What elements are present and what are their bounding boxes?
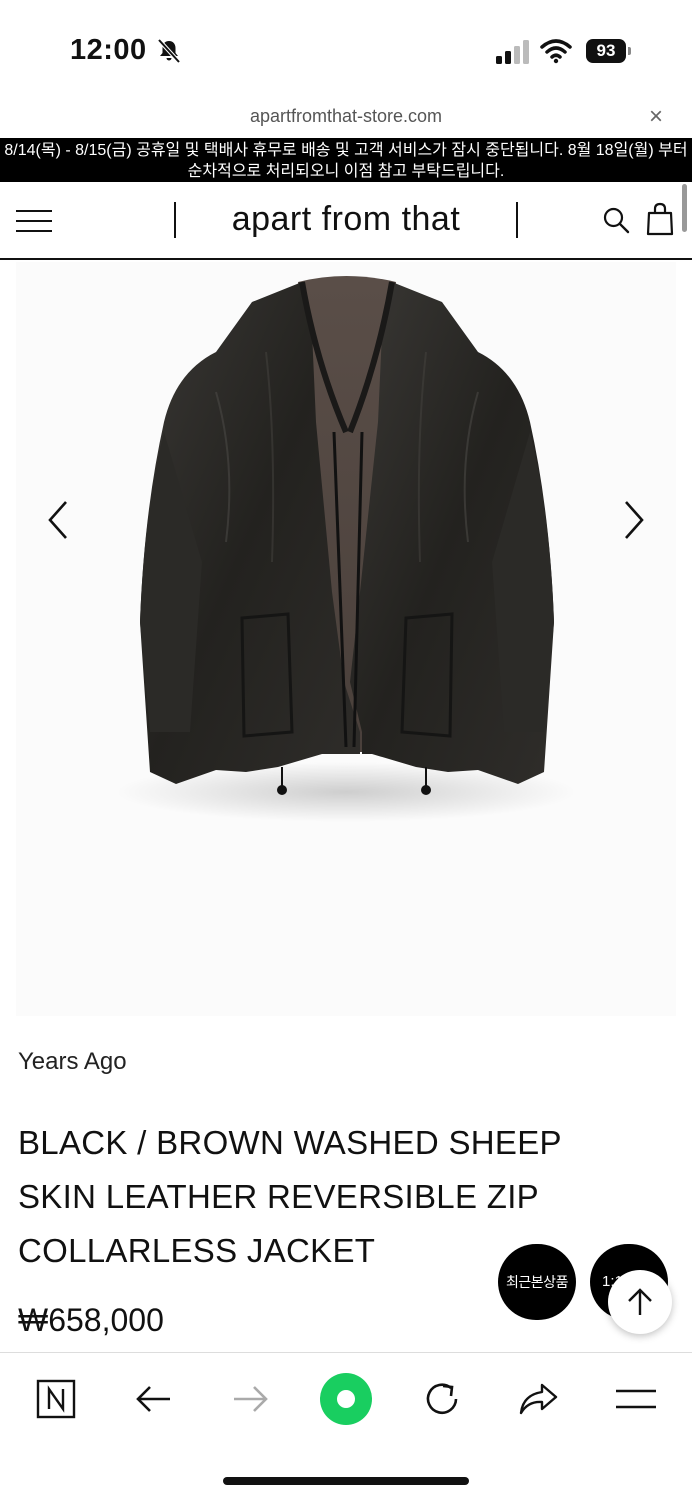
refresh-icon[interactable] xyxy=(418,1375,466,1423)
bag-icon[interactable] xyxy=(646,202,674,236)
product-brand[interactable]: Years Ago xyxy=(18,1048,127,1076)
search-icon[interactable] xyxy=(602,206,630,234)
announcement-banner: 8/14(목) - 8/15(금) 공휴일 및 택배사 휴무로 배송 및 고객 … xyxy=(0,138,692,182)
site-logo[interactable]: apart from that xyxy=(176,200,516,239)
battery-cap xyxy=(628,47,631,55)
recent-items-button[interactable]: 최근본상품 xyxy=(498,1244,576,1320)
status-time: 12:00 xyxy=(70,34,147,66)
arrow-up-icon xyxy=(628,1288,652,1315)
bell-slash-icon xyxy=(157,38,181,64)
signal-icon xyxy=(496,40,529,64)
url-text[interactable]: apartfromthat-store.com xyxy=(0,106,692,127)
back-arrow-icon[interactable] xyxy=(130,1375,178,1423)
green-dot-icon[interactable] xyxy=(316,1369,376,1429)
browser-bottom-nav xyxy=(0,1352,692,1500)
status-bar: 12:00 93 xyxy=(0,0,692,100)
battery-level: 93 xyxy=(586,39,626,63)
chevron-left-icon[interactable] xyxy=(40,498,76,542)
scrollbar-thumb[interactable] xyxy=(682,184,687,232)
product-price: ₩658,000 xyxy=(18,1302,164,1338)
scroll-top-button[interactable] xyxy=(608,1270,672,1334)
jacket-image xyxy=(116,276,576,822)
home-indicator xyxy=(223,1477,469,1485)
logo-divider-right xyxy=(516,202,518,238)
share-icon[interactable] xyxy=(514,1375,562,1423)
close-icon[interactable]: × xyxy=(644,105,668,130)
url-bar[interactable]: apartfromthat-store.com × xyxy=(0,100,692,138)
product-image[interactable] xyxy=(16,262,676,1016)
hamburger-icon[interactable] xyxy=(612,1375,660,1423)
forward-arrow-icon[interactable] xyxy=(226,1375,274,1423)
menu-icon[interactable] xyxy=(16,208,54,234)
chevron-right-icon[interactable] xyxy=(616,498,652,542)
wifi-icon xyxy=(540,39,572,64)
battery-icon: 93 xyxy=(586,39,631,63)
naver-icon[interactable] xyxy=(32,1375,80,1423)
site-header: apart from that xyxy=(0,182,692,260)
